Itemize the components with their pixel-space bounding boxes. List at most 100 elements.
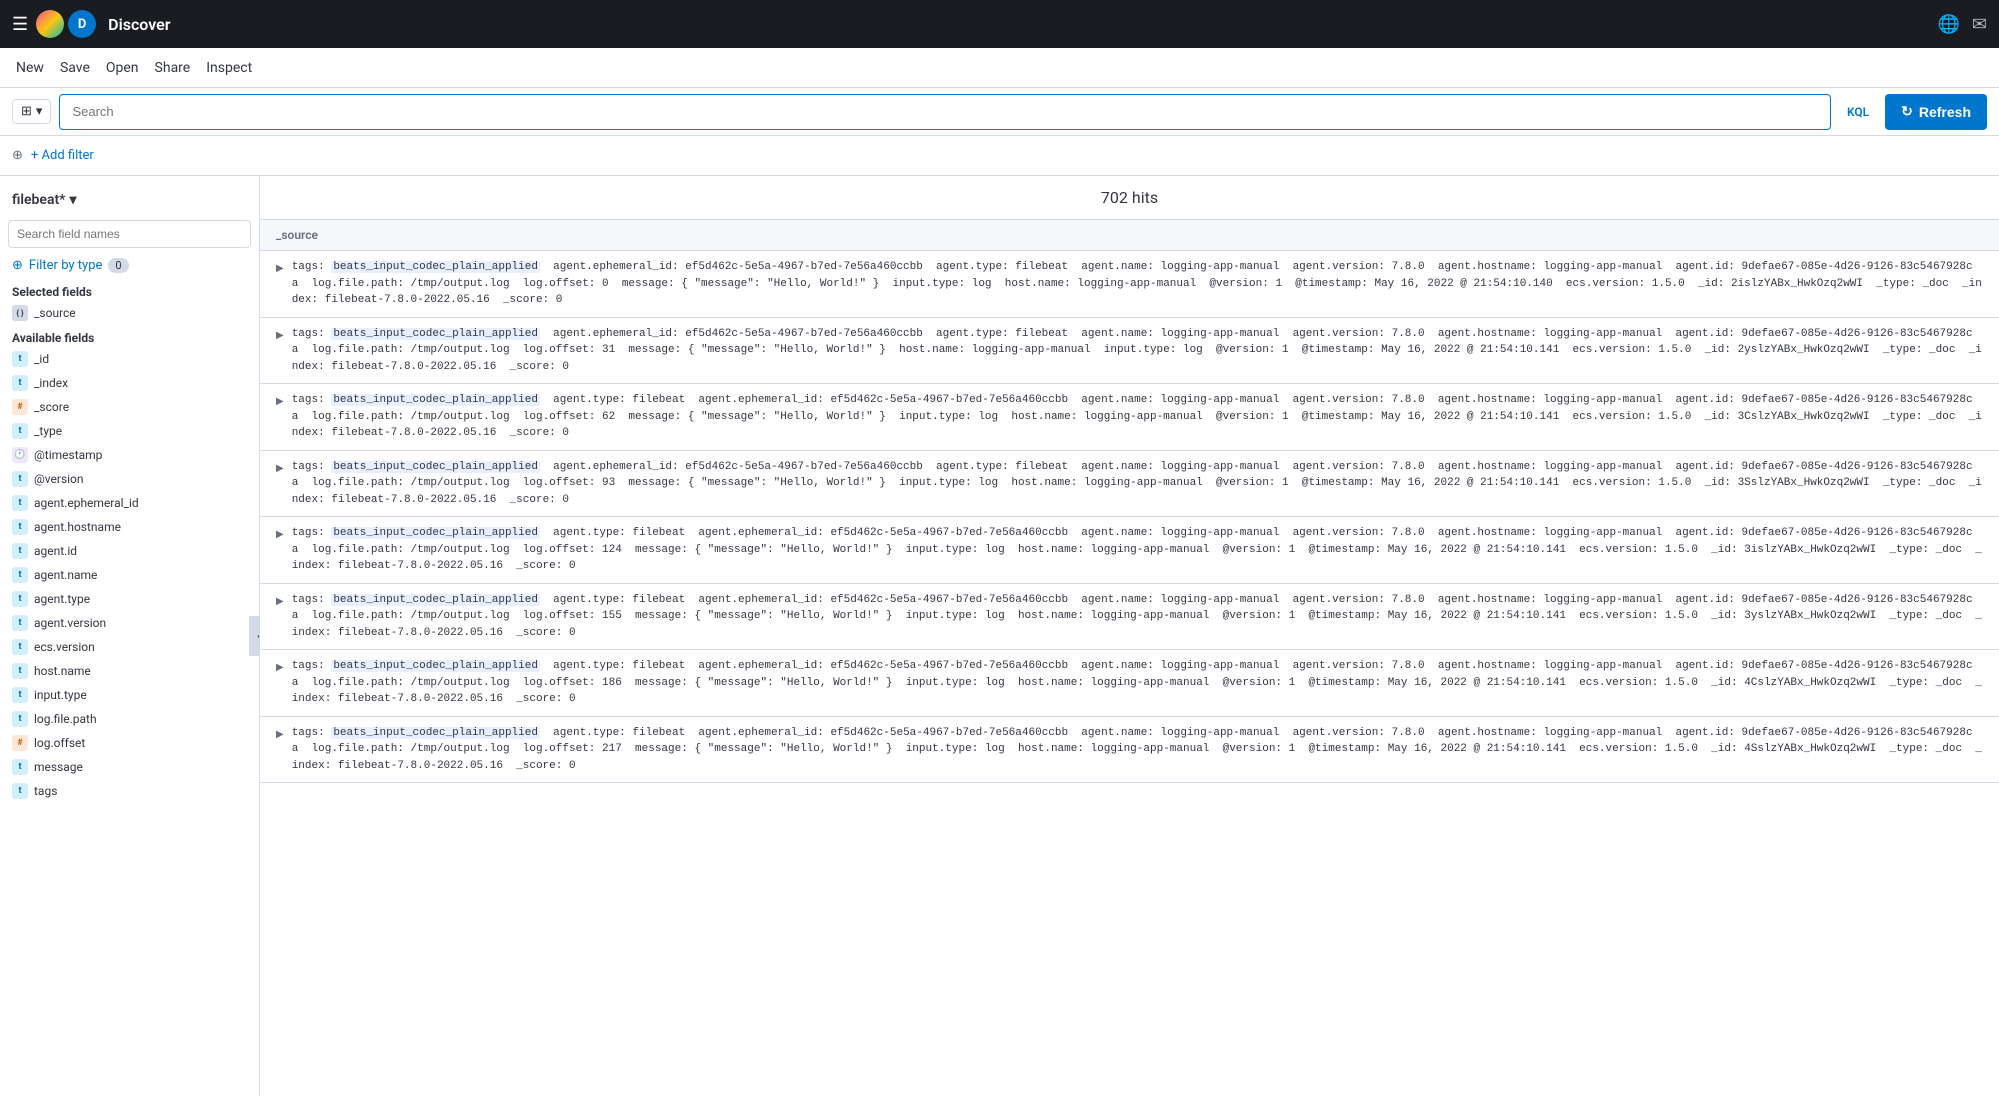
row-content: tags: beats_input_codec_plain_applied ag… [292,259,1983,309]
field-score[interactable]: # _score [0,395,259,419]
field-icon-t: t [12,351,28,367]
field-message[interactable]: t message [0,755,259,779]
field-icon-hash: # [12,735,28,751]
field-index[interactable]: t _index [0,371,259,395]
field-agent-name[interactable]: t agent.name [0,563,259,587]
field-name-agent-id: agent.id [34,544,247,558]
refresh-button[interactable]: ↻ Refresh [1885,94,1987,130]
results-area: 702 hits _source ▶ tags: beats_input_cod… [260,176,1999,1096]
menu-share[interactable]: Share [155,56,191,80]
add-filter-button[interactable]: + Add filter [31,148,94,163]
field-name-agent-type: agent.type [34,592,247,606]
row-content: tags: beats_input_codec_plain_applied ag… [292,658,1983,708]
field-icon-t: t [12,711,28,727]
chevron-down-icon: ▾ [36,104,43,119]
field-name-id: _id [34,352,247,366]
field-name-agent-hostname: agent.hostname [34,520,247,534]
field-tags[interactable]: t tags [0,779,259,803]
results-hits-header: 702 hits [260,176,1999,220]
field-icon-t: t [12,591,28,607]
field-name-index: _index [34,376,247,390]
field-icon-t: t [12,495,28,511]
field-name-version-at: @version [34,472,247,486]
menu-new[interactable]: New [16,56,44,80]
expand-row-button[interactable]: ▶ [276,461,284,509]
table-row: ▶ tags: beats_input_codec_plain_applied … [260,717,1999,784]
expand-row-button[interactable]: ▶ [276,261,284,309]
field-agent-version[interactable]: t agent.version [0,611,259,635]
sidebar-collapse-handle[interactable]: ‹ [249,616,260,656]
filter-by-type-btn[interactable]: ⊕ Filter by type 0 [0,252,259,279]
field-input-type[interactable]: t input.type [0,683,259,707]
menu-save[interactable]: Save [60,56,90,80]
selected-fields-section-label: Selected fields [0,279,259,301]
expand-row-button[interactable]: ▶ [276,394,284,442]
expand-row-button[interactable]: ▶ [276,527,284,575]
field-icon-t: t [12,639,28,655]
collapse-icon: ‹ [257,629,260,644]
field-id[interactable]: t _id [0,347,259,371]
field-agent-hostname[interactable]: t agent.hostname [0,515,259,539]
field-agent-id[interactable]: t agent.id [0,539,259,563]
field-timestamp[interactable]: 🕐 @timestamp [0,443,259,467]
field-icon-t: t [12,519,28,535]
index-pattern-dropdown[interactable]: filebeat* ▾ [0,184,259,216]
table-row: ▶ tags: beats_input_codec_plain_applied … [260,650,1999,717]
selected-field-source[interactable]: { } _source [0,301,259,325]
chevron-down-icon: ▾ [69,192,76,208]
expand-row-button[interactable]: ▶ [276,594,284,642]
field-icon-t: t [12,423,28,439]
available-fields-section-label: Available fields [0,325,259,347]
row-content: tags: beats_input_codec_plain_applied ag… [292,392,1983,442]
row-content: tags: beats_input_codec_plain_applied ag… [292,592,1983,642]
field-name-agent-version: agent.version [34,616,247,630]
source-field-icon: { } [12,305,28,321]
field-log-file-path[interactable]: t log.file.path [0,707,259,731]
table-row: ▶ tags: beats_input_codec_plain_applied … [260,384,1999,451]
mail-icon[interactable]: ✉ [1972,14,1987,35]
row-content: tags: beats_input_codec_plain_applied ag… [292,725,1983,775]
refresh-icon: ↻ [1901,103,1913,120]
row-content: tags: beats_input_codec_plain_applied ag… [292,525,1983,575]
search-input[interactable] [72,104,1818,119]
table-row: ▶ tags: beats_input_codec_plain_applied … [260,318,1999,385]
refresh-label: Refresh [1919,104,1971,120]
field-host-name[interactable]: t host.name [0,659,259,683]
hits-label: hits [1132,188,1158,207]
grid-icon: ⊞ [21,104,32,119]
field-name-timestamp: @timestamp [34,448,247,462]
field-name-host-name: host.name [34,664,247,678]
app-icon: D [68,10,96,38]
field-icon-t: t [12,663,28,679]
table-row: ▶ tags: beats_input_codec_plain_applied … [260,584,1999,651]
hamburger-icon[interactable]: ☰ [12,14,28,35]
main-layout: filebeat* ▾ ⊕ Filter by type 0 Selected … [0,176,1999,1096]
elastic-logo [36,10,64,38]
expand-row-button[interactable]: ▶ [276,727,284,775]
table-row: ▶ tags: beats_input_codec_plain_applied … [260,251,1999,318]
menu-inspect[interactable]: Inspect [206,56,252,80]
field-agent-ephemeral-id[interactable]: t agent.ephemeral_id [0,491,259,515]
search-bar: ⊞ ▾ KQL ↻ Refresh [0,88,1999,136]
field-version-at[interactable]: t @version [0,467,259,491]
menu-open[interactable]: Open [106,56,139,80]
index-pattern-selector[interactable]: ⊞ ▾ [12,99,51,124]
source-column-header: _source [260,220,1999,251]
field-type[interactable]: t _type [0,419,259,443]
app-title: Discover [108,15,170,34]
kql-badge[interactable]: KQL [1839,105,1877,119]
expand-row-button[interactable]: ▶ [276,660,284,708]
field-ecs-version[interactable]: t ecs.version [0,635,259,659]
menu-bar: New Save Open Share Inspect [0,48,1999,88]
source-field-name: _source [34,306,76,320]
table-row: ▶ tags: beats_input_codec_plain_applied … [260,451,1999,518]
field-name-type: _type [34,424,247,438]
field-agent-type[interactable]: t agent.type [0,587,259,611]
field-icon-t: t [12,567,28,583]
field-log-offset[interactable]: # log.offset [0,731,259,755]
field-search-input[interactable] [8,220,251,248]
search-input-wrap [59,94,1831,130]
field-icon-t: t [12,471,28,487]
globe-icon[interactable]: 🌐 [1937,14,1959,35]
expand-row-button[interactable]: ▶ [276,328,284,376]
